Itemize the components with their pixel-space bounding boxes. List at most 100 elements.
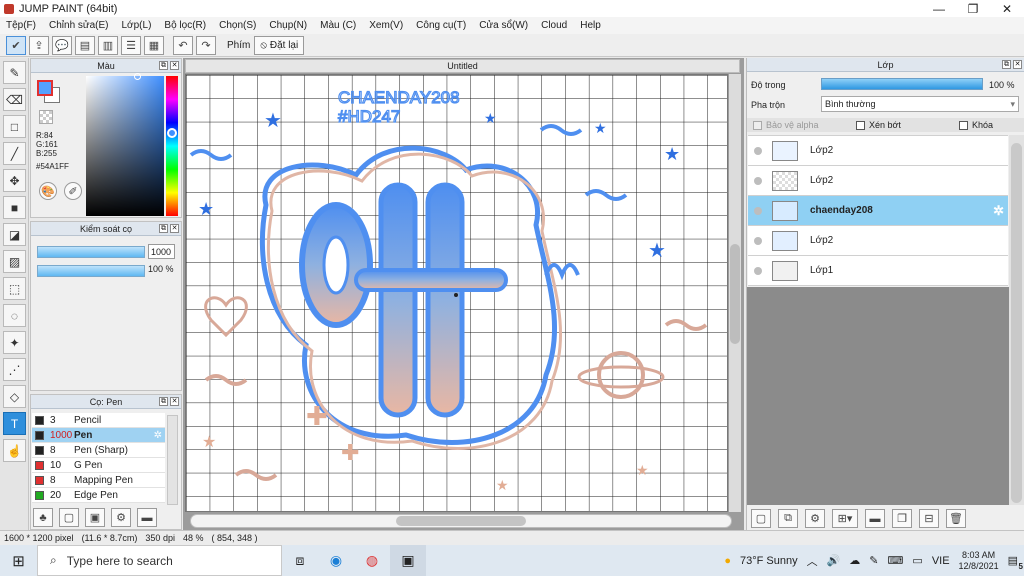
language-indicator[interactable]: VIE bbox=[932, 555, 950, 567]
transparent-swatch[interactable] bbox=[39, 110, 53, 124]
clip-checkbox[interactable] bbox=[856, 120, 865, 130]
hue-slider[interactable] bbox=[166, 76, 178, 216]
brush-list-scrollbar[interactable] bbox=[167, 415, 178, 505]
list-icon[interactable]: ☰ bbox=[121, 35, 141, 55]
palette-icon[interactable]: 🎨 bbox=[39, 182, 57, 200]
menu-capture[interactable]: Chụp(N) bbox=[269, 20, 307, 31]
keyboard-icon[interactable]: ⌨ bbox=[888, 554, 904, 567]
rect-select-tool-icon[interactable]: □ bbox=[3, 115, 26, 138]
menu-cloud[interactable]: Cloud bbox=[541, 20, 567, 31]
maximize-button[interactable]: ❐ bbox=[956, 0, 990, 17]
layer-row[interactable]: Lớp2 bbox=[748, 226, 1008, 256]
gear-icon[interactable]: ✲ bbox=[154, 430, 162, 441]
menu-select[interactable]: Chọn(S) bbox=[219, 20, 256, 31]
panel-float-icon[interactable]: ⧉ bbox=[159, 224, 168, 233]
layer-row[interactable]: Lớp1 bbox=[748, 256, 1008, 286]
grid-icon[interactable]: ▦ bbox=[144, 35, 164, 55]
select-mode-icon[interactable]: ✔ bbox=[6, 35, 26, 55]
network-icon[interactable]: ✎ bbox=[869, 554, 878, 567]
layer-list-scrollbar[interactable] bbox=[1009, 135, 1024, 505]
protect-alpha-checkbox[interactable] bbox=[753, 120, 762, 130]
visibility-icon[interactable] bbox=[754, 266, 762, 275]
eyedropper-icon[interactable]: ✐ bbox=[64, 182, 82, 200]
menu-edit[interactable]: Chỉnh sửa(E) bbox=[49, 20, 109, 31]
brush-item-selected[interactable]: 1000 Pen ✲ bbox=[32, 428, 165, 443]
taskbar-search-box[interactable]: ⌕ Type here to search bbox=[37, 545, 282, 576]
panel-float-icon[interactable]: ⧉ bbox=[159, 61, 168, 70]
brush-settings-icon[interactable]: ⚙ bbox=[111, 508, 131, 527]
visibility-icon[interactable] bbox=[754, 206, 762, 215]
visibility-icon[interactable] bbox=[754, 176, 762, 185]
pen-tool-icon[interactable]: ✎ bbox=[3, 61, 26, 84]
lasso-tool-icon[interactable]: ◌ bbox=[3, 304, 26, 327]
layer-scroll-thumb[interactable] bbox=[1011, 143, 1022, 503]
minimize-button[interactable]: — bbox=[922, 0, 956, 17]
menu-color[interactable]: Màu (C) bbox=[320, 20, 356, 31]
color-picker-cursor[interactable] bbox=[134, 73, 141, 80]
canvas-tab[interactable]: Untitled bbox=[185, 59, 740, 73]
menu-layer[interactable]: Lớp(L) bbox=[122, 20, 152, 31]
line-tool-icon[interactable]: ╱ bbox=[3, 142, 26, 165]
new-layer-icon[interactable]: ▢ bbox=[751, 509, 771, 528]
layer-settings-icon[interactable]: ⚙ bbox=[805, 509, 825, 528]
magic-wand-tool-icon[interactable]: ✦ bbox=[3, 331, 26, 354]
brush-size-slider[interactable] bbox=[37, 246, 145, 258]
edge-browser-icon[interactable]: ◉ bbox=[318, 545, 354, 576]
move-tool-icon[interactable]: ✥ bbox=[3, 169, 26, 192]
panel-close-icon[interactable]: ✕ bbox=[170, 61, 179, 70]
menu-tools[interactable]: Công cụ(T) bbox=[416, 20, 466, 31]
merge-layer-icon[interactable]: ⊟ bbox=[919, 509, 939, 528]
export-icon[interactable]: ⇪ bbox=[29, 35, 49, 55]
delete-layer-icon[interactable]: 🗑 bbox=[946, 509, 966, 528]
visibility-icon[interactable] bbox=[754, 146, 762, 155]
brush-folder-icon[interactable]: ▬ bbox=[137, 508, 157, 527]
layer-row-selected[interactable]: chaenday208 ✲ bbox=[748, 196, 1008, 226]
weather-text[interactable]: 73°F Sunny bbox=[740, 555, 798, 567]
brush-item[interactable]: 8 Pen (Sharp) bbox=[32, 443, 165, 458]
notification-icon[interactable]: ▤ 5 bbox=[1008, 554, 1023, 571]
panel-close-icon[interactable]: ✕ bbox=[170, 397, 179, 406]
layer-folder-icon[interactable]: ▬ bbox=[865, 509, 885, 528]
panel-float-icon[interactable]: ⧉ bbox=[159, 397, 168, 406]
lock-checkbox[interactable] bbox=[959, 120, 968, 130]
brush-copy-icon[interactable]: ▣ bbox=[85, 508, 105, 527]
menu-window[interactable]: Cửa sổ(W) bbox=[479, 20, 528, 31]
duplicate-layer-icon[interactable]: ❐ bbox=[892, 509, 912, 528]
blend-mode-select[interactable]: Bình thường ▾ bbox=[821, 96, 1019, 112]
panel-close-icon[interactable]: ✕ bbox=[1013, 60, 1022, 69]
hue-slider-handle[interactable] bbox=[167, 128, 177, 138]
brush-add-icon[interactable]: ♣ bbox=[33, 508, 53, 527]
panel-close-icon[interactable]: ✕ bbox=[170, 224, 179, 233]
new-layer-copy-icon[interactable]: ⧉ bbox=[778, 509, 798, 528]
brush-item[interactable]: 20 Edge Pen bbox=[32, 488, 165, 503]
display-icon[interactable]: ▭ bbox=[912, 554, 922, 567]
undo-icon[interactable]: ↶ bbox=[173, 35, 193, 55]
marquee-tool-icon[interactable]: ⬚ bbox=[3, 277, 26, 300]
panel-float-icon[interactable]: ⧉ bbox=[1002, 60, 1011, 69]
vertical-scroll-thumb[interactable] bbox=[730, 244, 740, 344]
horizontal-scroll-thumb[interactable] bbox=[396, 516, 526, 526]
bucket-tool-icon[interactable]: ◪ bbox=[3, 223, 26, 246]
chevron-up-icon[interactable]: ︿ bbox=[807, 553, 818, 569]
gradient-tool-icon[interactable]: ▨ bbox=[3, 250, 26, 273]
select-eraser-tool-icon[interactable]: ◇ bbox=[3, 385, 26, 408]
menu-filter[interactable]: Bộ lọc(R) bbox=[164, 20, 206, 31]
chrome-browser-icon[interactable]: ◍ bbox=[354, 545, 390, 576]
canvas-vertical-scrollbar[interactable] bbox=[729, 74, 741, 512]
jump-paint-taskbar-icon[interactable]: ▣ bbox=[390, 545, 426, 576]
menu-file[interactable]: Tệp(F) bbox=[6, 20, 36, 31]
page-icon[interactable]: ▥ bbox=[98, 35, 118, 55]
redo-icon[interactable]: ↷ bbox=[196, 35, 216, 55]
saturation-value-picker[interactable] bbox=[86, 73, 164, 216]
layer-row[interactable]: Lớp2 bbox=[748, 166, 1008, 196]
select-pen-tool-icon[interactable]: ⋰ bbox=[3, 358, 26, 381]
text-tool-icon[interactable]: T bbox=[3, 412, 26, 435]
drawing-canvas[interactable]: CHAENDAY208 #HD247 ★ ★ ★ ★ ★ ★ ★ ★ ★ ✚ ✚ bbox=[185, 74, 728, 512]
brush-opacity-slider[interactable] bbox=[37, 265, 145, 277]
clock[interactable]: 8:03 AM 12/8/2021 bbox=[959, 550, 999, 572]
eraser-tool-icon[interactable]: ⌫ bbox=[3, 88, 26, 111]
hand-tool-icon[interactable]: ☝ bbox=[3, 439, 26, 462]
brush-size-input[interactable]: 1000 bbox=[148, 244, 175, 259]
close-button[interactable]: ✕ bbox=[990, 0, 1024, 17]
gear-icon[interactable]: ✲ bbox=[993, 203, 1004, 219]
